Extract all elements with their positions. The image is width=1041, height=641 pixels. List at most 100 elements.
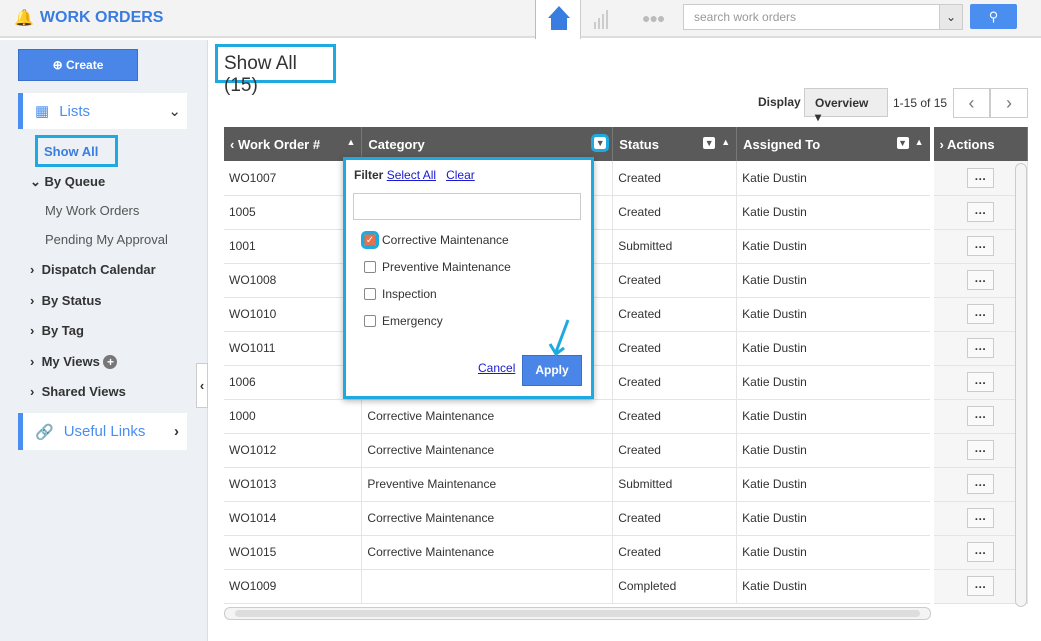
category-filter-popup: Filter Select All Clear ✓ Corrective Main… [343,157,594,399]
option-label: Corrective Maintenance [382,233,509,247]
table-row[interactable]: WO1013 Preventive Maintenance Submitted Kat… [224,467,1028,502]
status-cell: Submitted [612,467,738,502]
sidebar-item-pending-approval[interactable]: Pending My Approval [45,232,168,247]
filter-search-input[interactable] [353,193,581,220]
filter-label: Filter [354,168,384,182]
home-icon [548,6,570,30]
more-actions-button[interactable]: … [966,508,994,528]
filter-option[interactable]: Inspection [364,287,437,301]
table-row[interactable]: WO1014 Corrective Maintenance Created Katie… [224,501,1028,536]
more-actions-button[interactable]: … [966,440,994,460]
sidebar-lists[interactable]: ▦ Lists ⌄ [18,93,187,129]
display-select[interactable]: Overview ▾ [804,88,888,124]
more-actions-button[interactable]: … [966,304,994,324]
next-page-button[interactable]: › [990,88,1028,118]
actions-cell: … [929,229,1028,264]
column-actions: › Actions [929,127,1028,161]
sidebar-item-my-views[interactable]: › My Views + [30,354,118,369]
actions-cell: … [929,467,1028,502]
useful-links-label: Useful Links [63,423,146,440]
search-button[interactable]: ⚲ [970,4,1017,29]
clear-link[interactable]: Clear [446,168,475,182]
filter-option[interactable]: ✓ Corrective Maintenance [361,231,509,249]
search-dropdown-button[interactable]: ⌄ [939,4,963,30]
more-actions-button[interactable]: … [966,474,994,494]
sidebar-useful-links[interactable]: 🔗 Useful Links › [18,413,187,450]
sort-up-icon[interactable]: ▲ [915,137,924,147]
horizontal-scrollbar[interactable] [224,607,931,620]
label: By Tag [41,323,84,338]
pagination-text: 1-15 of 15 [893,96,948,110]
collapse-sidebar-button[interactable]: ‹ [196,363,208,408]
work-order-cell: 1006 [224,365,363,400]
cancel-link[interactable]: Cancel [478,361,515,375]
more-actions-button[interactable]: … [966,338,994,358]
filter-option[interactable]: Preventive Maintenance [364,260,511,274]
more-actions-button[interactable]: … [966,372,994,392]
more-actions-button[interactable]: … [966,202,994,222]
apply-button[interactable]: Apply [522,355,582,386]
option-label: Preventive Maintenance [382,260,511,274]
table-row[interactable]: WO1012 Corrective Maintenance Created Katie… [224,433,1028,468]
category-cell: Corrective Maintenance [361,501,614,536]
filter-icon[interactable]: ▼ [591,133,610,152]
label: My Views [41,354,100,369]
create-button[interactable]: ⊕ Create [18,49,138,81]
category-cell: Corrective Maintenance [361,535,614,570]
chevron-right-icon: › [174,423,179,440]
sidebar-item-dispatch-calendar[interactable]: › Dispatch Calendar [30,262,156,277]
bar-chart-icon[interactable] [592,8,614,33]
assigned-to-cell: Katie Dustin [736,569,933,604]
home-tab[interactable] [535,0,581,39]
sidebar-item-show-all[interactable]: Show All [35,135,118,167]
work-order-cell: WO1015 [224,535,363,570]
more-actions-button[interactable]: … [966,270,994,290]
app-brand[interactable]: 🔔 WORK ORDERS [14,8,163,28]
create-label: Create [66,58,104,72]
column-assigned-to[interactable]: Assigned To ▲ ▼ [736,127,933,161]
sidebar-item-by-queue[interactable]: ⌄ By Queue [30,174,105,190]
actions-cell: … [929,433,1028,468]
checkbox[interactable] [364,288,376,300]
assigned-to-cell: Katie Dustin [736,433,933,468]
actions-cell: … [929,569,1028,604]
header-label: Status [619,136,659,152]
more-dots-icon[interactable]: ●●● [642,10,665,26]
table-row[interactable]: WO1015 Corrective Maintenance Created Katie… [224,535,1028,570]
more-actions-button[interactable]: … [966,542,994,562]
filter-icon[interactable]: ▼ [703,136,716,149]
sort-up-icon[interactable]: ▲ [346,137,355,147]
sidebar-item-my-work-orders[interactable]: My Work Orders [45,203,139,218]
checkbox[interactable] [364,315,376,327]
prev-page-button[interactable]: ‹ [953,88,990,118]
select-all-link[interactable]: Select All [387,168,436,182]
display-label: Display [758,95,801,109]
actions-cell: … [929,331,1028,366]
filter-option[interactable]: Emergency [364,314,443,328]
table-row[interactable]: WO1009 Completed Katie Dustin… [224,569,1028,604]
more-actions-button[interactable]: … [966,236,994,256]
more-actions-button[interactable]: … [966,167,994,188]
header-label: Assigned To [743,136,821,152]
search-input[interactable]: search work orders [683,4,940,30]
more-actions-button[interactable]: … [966,576,994,596]
sort-up-icon[interactable]: ▲ [721,137,730,147]
vertical-scrollbar[interactable] [1015,163,1027,607]
sidebar-item-by-status[interactable]: › By Status [30,293,102,308]
checkbox-checked[interactable]: ✓ [361,231,379,249]
column-status[interactable]: Status ▲ ▼ [612,127,738,161]
column-category[interactable]: Category ▼ [361,127,614,161]
add-view-icon[interactable]: + [103,355,118,369]
label: By Queue [44,174,106,189]
table-row[interactable]: 1000 Corrective Maintenance Created Katie D… [224,399,1028,434]
filter-icon[interactable]: ▼ [896,136,909,149]
column-work-order[interactable]: ‹ Work Order # ▲ [224,127,363,161]
sidebar-item-by-tag[interactable]: › By Tag [30,323,84,338]
checkbox[interactable] [364,261,376,273]
actions-cell: … [929,535,1028,570]
sidebar-item-shared-views[interactable]: › Shared Views [30,384,126,399]
assigned-to-cell: Katie Dustin [736,399,933,434]
label: Dispatch Calendar [41,262,156,277]
work-order-cell: WO1013 [224,467,363,502]
more-actions-button[interactable]: … [966,406,994,426]
